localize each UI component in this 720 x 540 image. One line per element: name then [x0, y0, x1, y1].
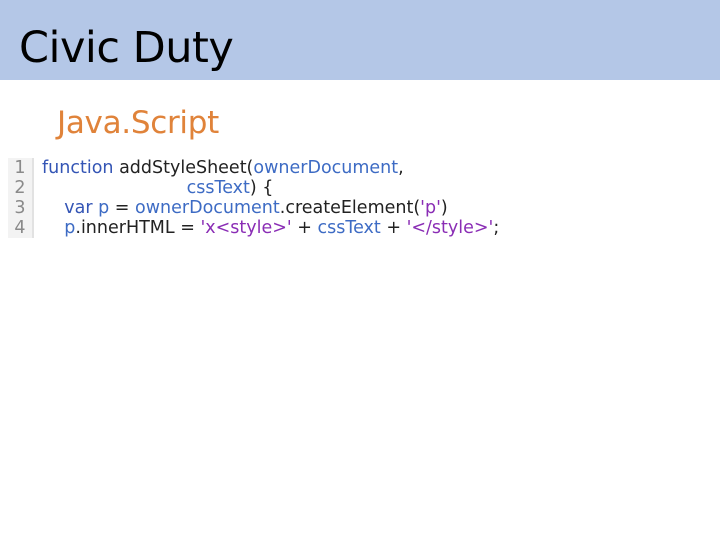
code-token: cssText: [186, 178, 250, 198]
code-block: 1 function addStyleSheet(ownerDocument, …: [8, 158, 638, 238]
code-token: ownerDocument: [135, 198, 280, 218]
slide-title: Civic Duty: [19, 23, 234, 73]
code-token: '</style>': [406, 218, 494, 238]
code-token: cssText: [317, 218, 381, 238]
code-token: 'p': [420, 198, 441, 218]
code-token: ownerDocument: [253, 158, 399, 178]
line-number: 2: [8, 178, 34, 198]
code-token: .innerHTML =: [75, 218, 201, 238]
line-number: 1: [8, 158, 34, 178]
code-line-text: var p = ownerDocument.createElement('p'): [42, 198, 448, 218]
code-token: +: [380, 218, 407, 238]
code-token: ;: [493, 218, 500, 238]
code-token: function: [42, 158, 114, 178]
line-number: 3: [8, 198, 34, 218]
code-line: 3 var p = ownerDocument.createElement('p…: [8, 198, 638, 218]
code-token: .createElement(: [279, 198, 421, 218]
slide-subtitle: Java.Script: [57, 105, 219, 141]
code-token: +: [291, 218, 318, 238]
code-token: ): [440, 198, 448, 218]
code-token: ,: [398, 158, 404, 178]
code-token: var: [64, 198, 93, 218]
code-line: 2 cssText) {: [8, 178, 638, 198]
code-token: addStyleSheet(: [113, 158, 254, 178]
code-line: 1 function addStyleSheet(ownerDocument,: [8, 158, 638, 178]
code-token: p: [98, 198, 110, 218]
code-line-text: function addStyleSheet(ownerDocument,: [42, 158, 404, 178]
code-line-text: p.innerHTML = 'x<style>' + cssText + '</…: [42, 218, 499, 238]
code-token: p: [64, 218, 76, 238]
line-number: 4: [8, 218, 34, 238]
code-token: 'x<style>': [200, 218, 292, 238]
code-token: =: [109, 198, 136, 218]
code-line: 4 p.innerHTML = 'x<style>' + cssText + '…: [8, 218, 638, 238]
code-line-text: cssText) {: [42, 178, 274, 198]
code-token: ) {: [249, 178, 274, 198]
